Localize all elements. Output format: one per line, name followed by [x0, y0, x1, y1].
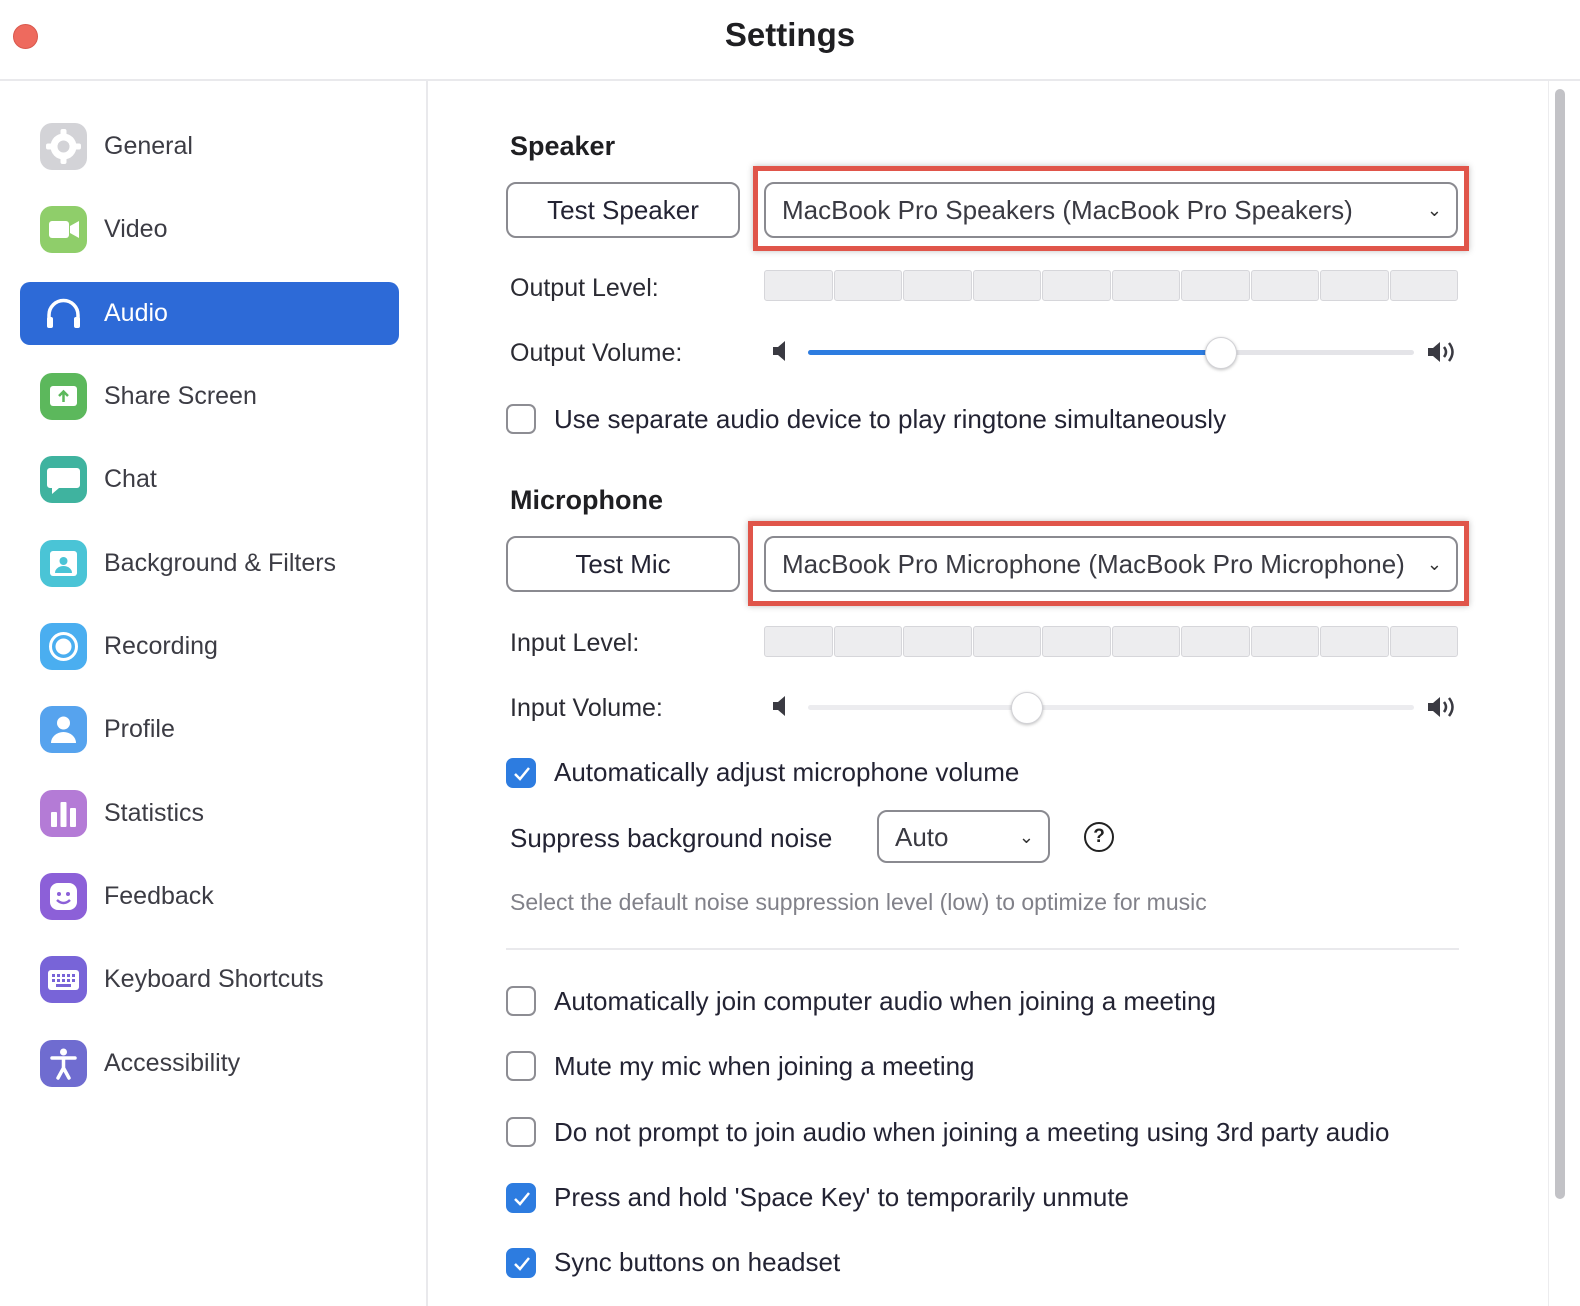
- section-divider: [506, 948, 1459, 950]
- chevron-down-icon: ⌄: [1426, 554, 1442, 574]
- test-mic-button[interactable]: Test Mic: [506, 536, 740, 592]
- sidebar-item-accessibility[interactable]: Accessibility: [20, 1032, 399, 1095]
- input-volume-thumb[interactable]: [1011, 692, 1044, 724]
- option-label: Automatically join computer audio when j…: [554, 986, 1216, 1016]
- window-title: Settings: [724, 16, 856, 53]
- smiley-icon: [40, 873, 87, 920]
- keyboard-icon: [40, 956, 87, 1003]
- suppress-noise-label: Suppress background noise: [510, 823, 833, 853]
- sidebar-item-label: Background & Filters: [104, 549, 337, 577]
- test-speaker-button[interactable]: Test Speaker: [506, 182, 740, 238]
- sidebar-item-video[interactable]: Video: [20, 198, 399, 261]
- profile-person-icon: [40, 706, 87, 753]
- input-volume-label: Input Volume:: [510, 694, 663, 722]
- suppress-noise-hint: Select the default noise suppression lev…: [510, 889, 1207, 915]
- scrollbar-thumb[interactable]: [1555, 89, 1565, 1199]
- title-bar: Settings: [0, 0, 1580, 81]
- speaker-device-value: MacBook Pro Speakers (MacBook Pro Speake…: [782, 195, 1353, 225]
- auto-adjust-mic-checkbox[interactable]: [506, 758, 536, 788]
- sidebar-item-chat[interactable]: Chat: [20, 448, 399, 511]
- sidebar-item-keyboard-shortcuts[interactable]: Keyboard Shortcuts: [20, 948, 399, 1011]
- output-volume-fill: [808, 350, 1221, 355]
- option-label: Sync buttons on headset: [554, 1247, 841, 1277]
- microphone-device-value: MacBook Pro Microphone (MacBook Pro Micr…: [782, 549, 1405, 579]
- input-level-label: Input Level:: [510, 629, 640, 657]
- share-screen-icon: [40, 373, 87, 420]
- sidebar-item-audio[interactable]: Audio: [20, 282, 399, 345]
- output-level-meter: [764, 270, 1459, 301]
- checkmark-icon: [514, 1257, 530, 1271]
- space-key-unmute-checkbox[interactable]: [506, 1183, 536, 1213]
- sidebar-item-statistics[interactable]: Statistics: [20, 782, 399, 845]
- settings-sidebar: General Video Audio Share Screen Chat Ba…: [0, 81, 428, 1306]
- sidebar-item-label: Share Screen: [104, 382, 257, 410]
- volume-high-icon: [1428, 342, 1454, 362]
- microphone-device-select[interactable]: MacBook Pro Microphone (MacBook Pro Micr…: [764, 536, 1458, 592]
- chevron-down-icon: ⌄: [1426, 200, 1442, 220]
- volume-low-icon: [773, 341, 785, 361]
- sidebar-item-label: Accessibility: [104, 1049, 241, 1077]
- option-label: Do not prompt to join audio when joining…: [554, 1117, 1390, 1147]
- sidebar-item-label: Profile: [104, 715, 175, 743]
- sidebar-item-profile[interactable]: Profile: [20, 698, 399, 761]
- sidebar-item-label: General: [104, 132, 193, 160]
- sync-headset-buttons-checkbox[interactable]: [506, 1248, 536, 1278]
- chat-bubble-icon: [40, 456, 87, 503]
- speaker-section-title: Speaker: [510, 131, 616, 161]
- output-volume-thumb[interactable]: [1205, 337, 1238, 369]
- sidebar-item-label: Keyboard Shortcuts: [104, 965, 324, 993]
- output-volume-label: Output Volume:: [510, 339, 683, 367]
- sidebar-item-share-screen[interactable]: Share Screen: [20, 365, 399, 428]
- output-level-label: Output Level:: [510, 274, 659, 302]
- audio-settings-panel: Speaker Test Speaker MacBook Pro Speaker…: [428, 81, 1548, 1306]
- input-level-meter: [764, 626, 1459, 657]
- video-camera-icon: [40, 206, 87, 253]
- no-prompt-3rd-party-audio-checkbox[interactable]: [506, 1117, 536, 1147]
- sidebar-item-feedback[interactable]: Feedback: [20, 865, 399, 928]
- auto-adjust-mic-label: Automatically adjust microphone volume: [554, 757, 1020, 787]
- option-label: Press and hold 'Space Key' to temporaril…: [554, 1182, 1130, 1212]
- suppress-noise-select[interactable]: Auto ⌄: [877, 810, 1050, 863]
- background-person-icon: [40, 540, 87, 587]
- separate-device-label: Use separate audio device to play ringto…: [554, 404, 1227, 434]
- record-icon: [40, 623, 87, 670]
- accessibility-person-icon: [40, 1040, 87, 1087]
- sidebar-item-label: Audio: [104, 299, 168, 327]
- suppress-noise-value: Auto: [895, 822, 949, 852]
- sidebar-item-background-filters[interactable]: Background & Filters: [20, 532, 399, 595]
- checkmark-icon: [514, 767, 530, 781]
- vertical-scrollbar[interactable]: [1548, 81, 1580, 1306]
- volume-high-icon: [1428, 697, 1454, 717]
- headphones-icon: [40, 290, 87, 337]
- option-label: Mute my mic when joining a meeting: [554, 1051, 975, 1081]
- sidebar-item-label: Feedback: [104, 882, 214, 910]
- auto-join-audio-checkbox[interactable]: [506, 986, 536, 1016]
- sidebar-item-label: Chat: [104, 465, 157, 493]
- sidebar-item-recording[interactable]: Recording: [20, 615, 399, 678]
- checkmark-icon: [514, 1192, 530, 1206]
- microphone-section-title: Microphone: [510, 485, 663, 515]
- sidebar-item-label: Recording: [104, 632, 218, 660]
- help-question-icon[interactable]: ?: [1084, 822, 1114, 852]
- output-volume-slider[interactable]: [808, 337, 1414, 369]
- speaker-device-select[interactable]: MacBook Pro Speakers (MacBook Pro Speake…: [764, 182, 1458, 238]
- separate-device-checkbox[interactable]: [506, 404, 536, 434]
- bar-chart-icon: [40, 790, 87, 837]
- input-volume-slider[interactable]: [808, 692, 1414, 724]
- volume-low-icon: [773, 696, 785, 716]
- sidebar-item-label: Video: [104, 215, 168, 243]
- sidebar-item-general[interactable]: General: [20, 115, 399, 178]
- mute-mic-on-join-checkbox[interactable]: [506, 1051, 536, 1081]
- sidebar-item-label: Statistics: [104, 799, 205, 827]
- gear-icon: [40, 123, 87, 170]
- chevron-down-icon: ⌄: [1018, 827, 1034, 847]
